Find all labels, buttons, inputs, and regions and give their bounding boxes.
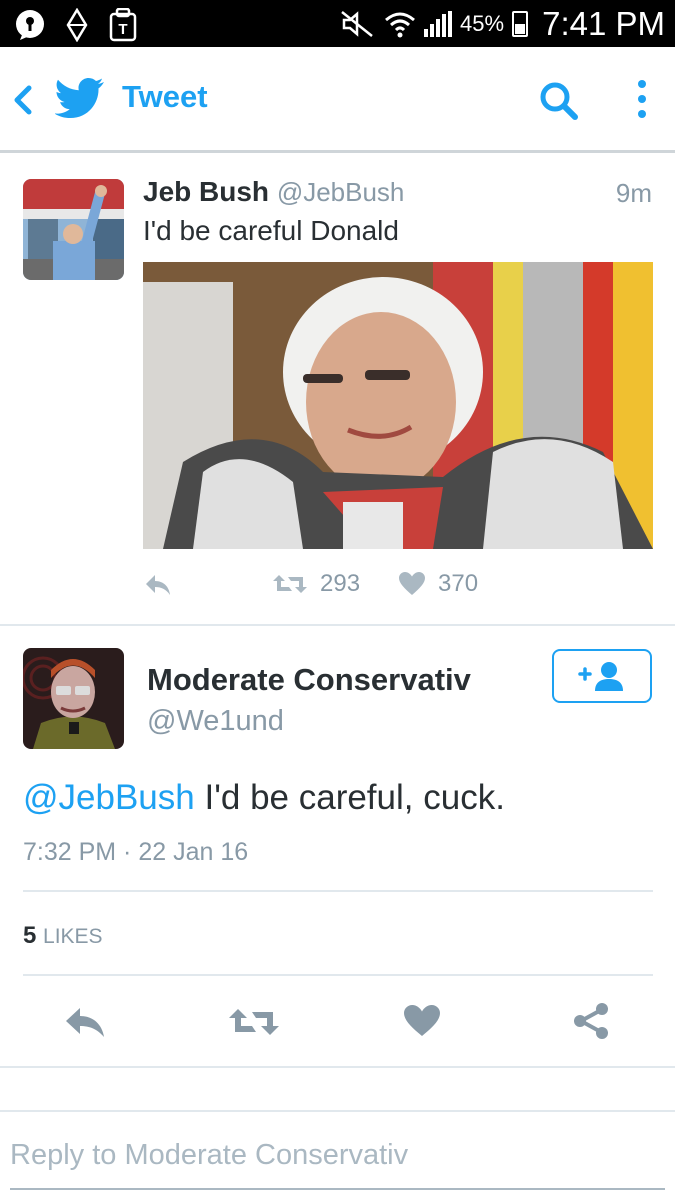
reply-input-underline [10, 1188, 665, 1190]
status-bar: T 45% 7:41 PM [0, 0, 675, 47]
reply-icon[interactable] [63, 1005, 107, 1039]
divider [23, 974, 653, 976]
battery-icon [512, 10, 529, 37]
likes-label: LIKES [43, 925, 103, 948]
retweet-icon[interactable] [228, 1005, 280, 1039]
parent-retweet-button[interactable]: 293 [272, 570, 360, 598]
tweet-body: I'd be careful, cuck. [194, 778, 505, 817]
parent-retweet-count: 293 [320, 570, 361, 597]
wifi-icon [385, 12, 416, 37]
divider [23, 890, 653, 892]
status-system-icons: 45% 7:41 PM [340, 0, 665, 47]
likes-summary[interactable]: 5 LIKES [23, 922, 103, 950]
parent-like-count: 370 [438, 570, 479, 597]
tweet-text: @JebBush I'd be careful, cuck. [23, 778, 505, 818]
tweet-timestamp: 7:32 PM · 22 Jan 16 [23, 838, 249, 866]
parent-tweet-media[interactable] [143, 262, 653, 549]
tweet-mention-link[interactable]: @JebBush [23, 778, 195, 817]
heart-icon[interactable] [403, 1004, 441, 1038]
parent-tweet-text: I'd be careful Donald [143, 215, 399, 246]
back-chevron-icon[interactable] [12, 85, 34, 115]
retweet-icon [273, 575, 307, 593]
reply-icon [146, 575, 170, 595]
parent-reply-button[interactable] [143, 572, 173, 598]
message-notification-icon [16, 10, 44, 40]
reply-input[interactable] [0, 1112, 675, 1198]
status-notification-icons: T [14, 8, 138, 42]
navigation-icon [66, 8, 88, 42]
heart-icon [399, 572, 425, 595]
parent-tweet-author-handle[interactable]: @JebBush [277, 177, 405, 207]
battery-percent: 45% [460, 10, 505, 36]
reply-box [0, 1110, 675, 1200]
carrier-app-icon: T [109, 8, 137, 42]
mute-icon [341, 10, 373, 37]
search-icon[interactable] [538, 80, 580, 122]
signal-icon [424, 10, 453, 37]
divider [0, 1066, 675, 1068]
parent-tweet-time: 9m [615, 178, 652, 208]
likes-count: 5 [23, 922, 37, 949]
status-time: 7:41 PM [542, 4, 665, 42]
tweet-author-name[interactable]: Moderate Conservativ [147, 662, 471, 698]
moderate-conservativ-avatar[interactable] [23, 648, 124, 749]
parent-tweet-header: Jeb Bush @JebBush [143, 176, 404, 208]
parent-like-button[interactable]: 370 [398, 570, 478, 598]
parent-tweet-author-name[interactable]: Jeb Bush [143, 176, 269, 207]
share-icon[interactable] [572, 1002, 610, 1040]
divider [0, 624, 675, 626]
overflow-menu-icon[interactable] [634, 79, 650, 121]
tweet-author-handle[interactable]: @We1und [147, 705, 284, 738]
app-bar: Tweet [0, 47, 675, 153]
follow-button[interactable] [552, 649, 652, 703]
jeb-bush-avatar[interactable] [23, 179, 124, 280]
svg-text:T: T [118, 21, 127, 38]
follow-icon [578, 662, 623, 691]
twitter-bird-icon [55, 78, 104, 118]
page-title: Tweet [122, 79, 208, 114]
